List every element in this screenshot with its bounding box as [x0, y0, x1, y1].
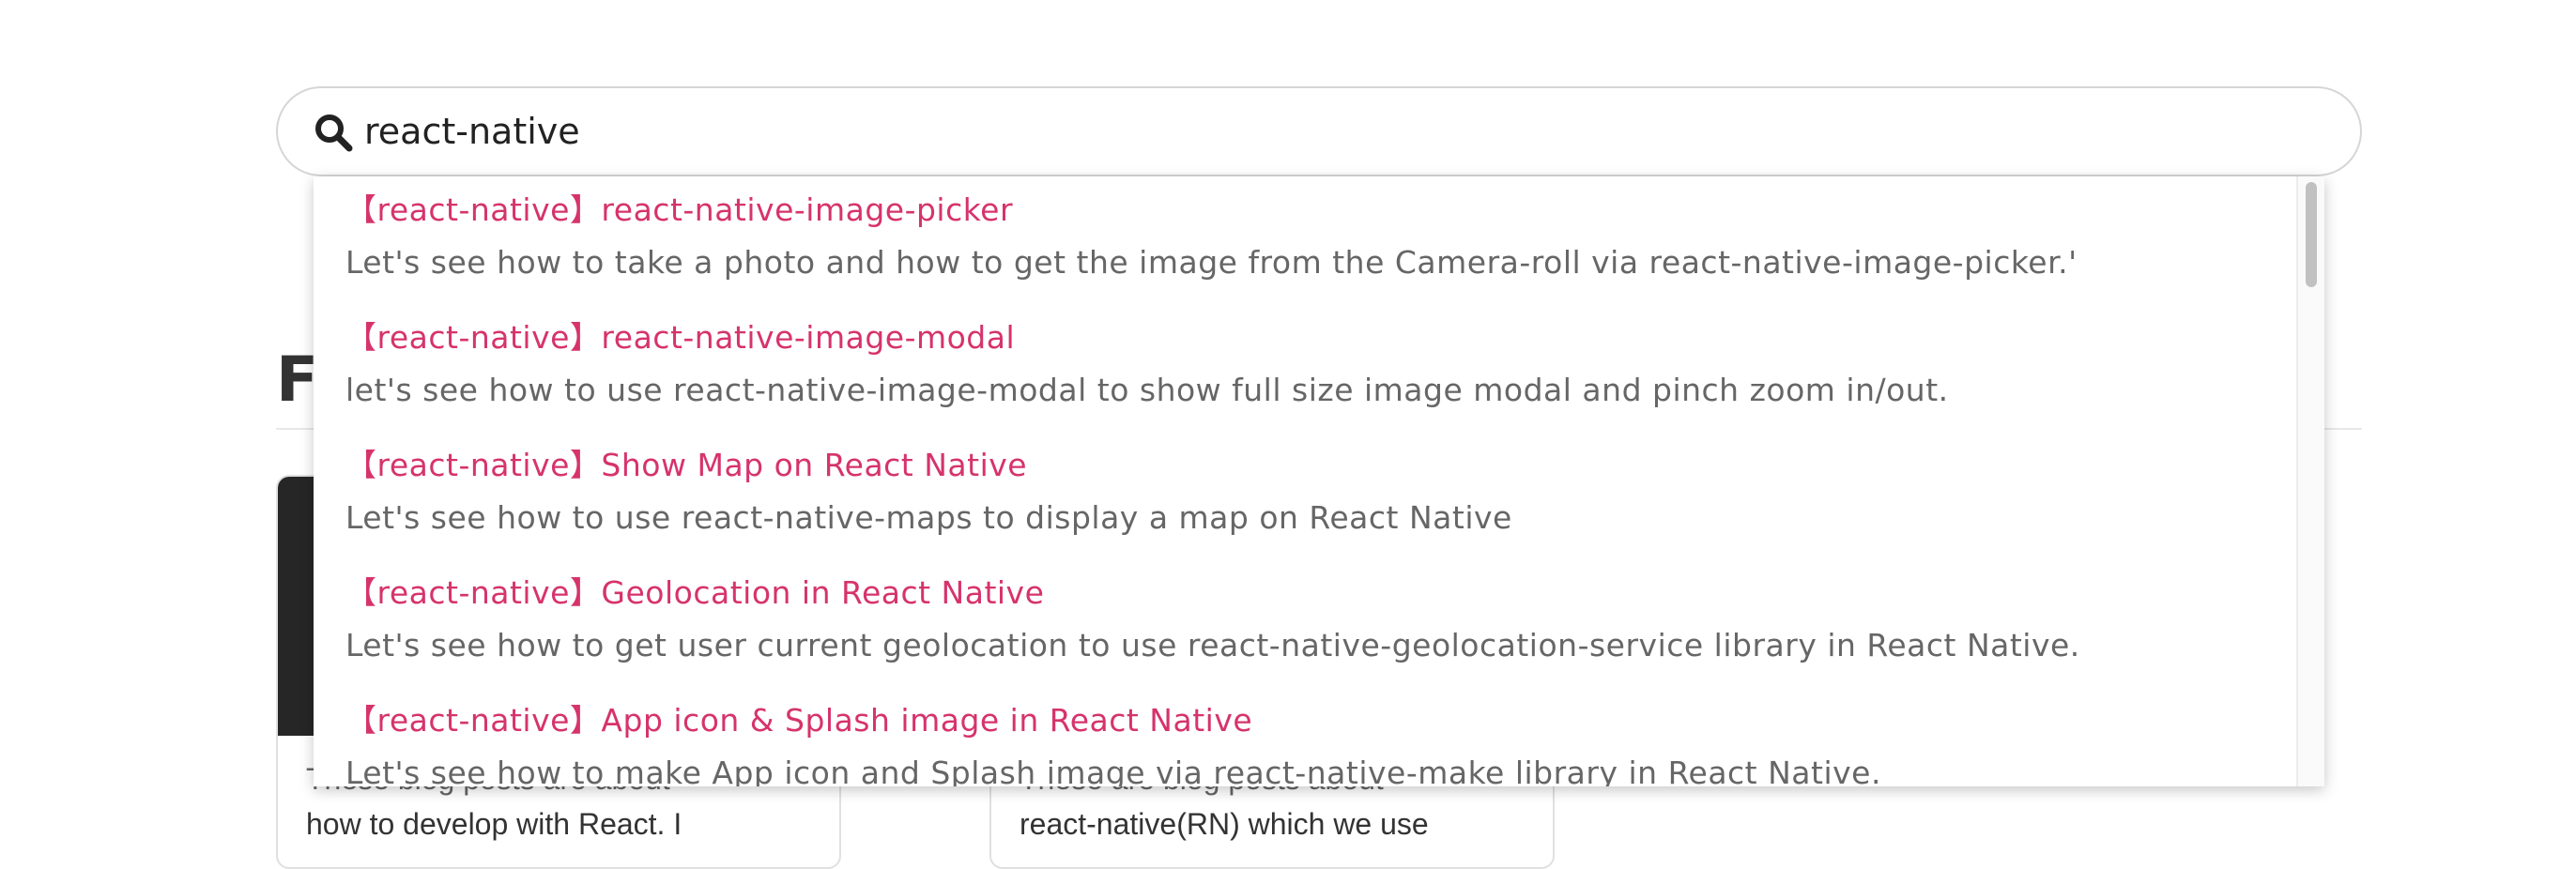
search-result-title[interactable]: 【react-native】Show Map on React Native: [345, 445, 1027, 486]
search-icon: [314, 113, 353, 152]
scrollbar-thumb[interactable]: [2306, 182, 2317, 287]
search-box[interactable]: [276, 86, 2362, 176]
search-result-item[interactable]: 【react-native】react-native-image-picker …: [345, 176, 2289, 304]
search-result-item[interactable]: 【react-native】Geolocation in React Nativ…: [345, 559, 2289, 687]
search-input[interactable]: [364, 101, 2317, 161]
search-result-title[interactable]: 【react-native】App icon & Splash image in…: [345, 700, 1252, 741]
card-description-line: how to develop with React. I: [306, 807, 682, 841]
search-result-title[interactable]: 【react-native】react-native-image-picker: [345, 190, 1013, 231]
search-result-description: Let's see how to use react-native-maps t…: [345, 499, 1512, 536]
search-result-title[interactable]: 【react-native】react-native-image-modal: [345, 317, 1015, 358]
dropdown-scrollbar[interactable]: [2296, 176, 2324, 786]
search-result-description: Let's see how to make App icon and Splas…: [345, 755, 1881, 786]
search-results-dropdown[interactable]: 【react-native】react-native-image-picker …: [314, 176, 2324, 786]
search-result-item[interactable]: 【react-native】react-native-image-modal l…: [345, 304, 2289, 432]
search-result-title[interactable]: 【react-native】Geolocation in React Nativ…: [345, 572, 1044, 614]
search-result-description: let's see how to use react-native-image-…: [345, 372, 1949, 408]
search-result-item[interactable]: 【react-native】Show Map on React Native L…: [345, 432, 2289, 559]
search-result-description: Let's see how to get user current geoloc…: [345, 627, 2080, 663]
search-result-item[interactable]: 【react-native】App icon & Splash image in…: [345, 687, 2289, 786]
search-results-list: 【react-native】react-native-image-picker …: [314, 176, 2296, 786]
search-result-description: Let's see how to take a photo and how to…: [345, 244, 2078, 281]
card-description-line: react-native(RN) which we use: [1020, 807, 1429, 841]
